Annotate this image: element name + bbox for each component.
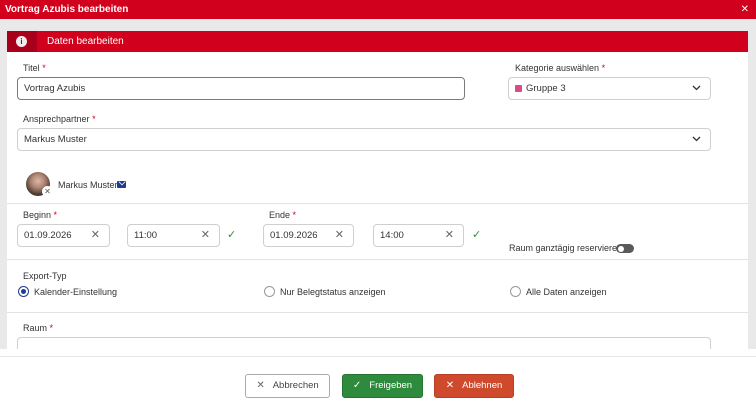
category-label-text: Kategorie auswählen [515, 63, 600, 73]
divider [7, 203, 748, 204]
check-icon: ✓ [352, 380, 362, 391]
divider [7, 312, 748, 313]
room-label-text: Raum [23, 323, 48, 333]
contact-value: Markus Muster [24, 134, 87, 145]
radio-busy-only[interactable] [264, 286, 275, 297]
title-label: Titel * [23, 63, 46, 73]
clear-icon[interactable]: ✕ [335, 225, 344, 246]
end-date-value: 01.09.2026 [270, 230, 318, 241]
title-value: Vortrag Azubis [24, 83, 86, 94]
close-icon: ✕ [256, 380, 265, 391]
reject-label: Ablehnen [462, 380, 503, 391]
allday-toggle[interactable] [616, 244, 634, 253]
required-mark: * [601, 63, 606, 73]
end-time-input[interactable]: 14:00 ✕ [373, 224, 464, 247]
end-label-text: Ende [269, 210, 291, 220]
required-mark: * [42, 63, 46, 73]
panel-title: Daten bearbeiten [47, 36, 124, 47]
required-mark: * [53, 210, 58, 220]
required-mark: * [92, 114, 96, 124]
cancel-button[interactable]: ✕ Abbrechen [245, 374, 330, 398]
title-label-text: Titel [23, 63, 40, 73]
close-icon: ✕ [445, 380, 455, 391]
radio-label: Alle Daten anzeigen [526, 287, 607, 297]
mail-icon[interactable] [117, 181, 126, 188]
check-icon: ✓ [227, 229, 237, 241]
begin-date-value: 01.09.2026 [24, 230, 72, 241]
end-date-input[interactable]: 01.09.2026 ✕ [263, 224, 354, 247]
begin-label: Beginn * [23, 210, 57, 220]
allday-label: Raum ganztägig reservieren [509, 243, 623, 253]
begin-date-input[interactable]: 01.09.2026 ✕ [17, 224, 110, 247]
panel-header: i Daten bearbeiten [7, 31, 748, 52]
category-label: Kategorie auswählen * [515, 63, 605, 73]
required-mark: * [49, 323, 54, 333]
edit-panel: i Daten bearbeiten Titel * Vortrag Azubi… [7, 31, 748, 349]
remove-contact-icon[interactable]: ✕ [42, 186, 53, 197]
info-box: i [7, 31, 37, 52]
chevron-down-icon[interactable] [692, 129, 702, 150]
title-input[interactable]: Vortrag Azubis [17, 77, 465, 100]
radio-all-data[interactable] [510, 286, 521, 297]
category-color-chip [515, 84, 522, 92]
radio-label: Nur Belegtstatus anzeigen [280, 287, 386, 297]
end-label: Ende * [269, 210, 296, 220]
dialog-body: i Daten bearbeiten Titel * Vortrag Azubi… [0, 19, 756, 349]
export-label: Export-Typ [23, 271, 67, 281]
category-select[interactable]: Gruppe 3 [508, 77, 711, 100]
info-icon: i [16, 36, 27, 47]
begin-time-input[interactable]: 11:00 ✕ [127, 224, 220, 247]
begin-label-text: Beginn [23, 210, 52, 220]
required-mark: * [292, 210, 297, 220]
chevron-down-icon[interactable] [692, 78, 702, 99]
begin-time-value: 11:00 [134, 230, 158, 241]
radio-calendar-setting[interactable] [18, 286, 29, 297]
selected-contact-name: Markus Muster [58, 180, 118, 190]
contact-label: Ansprechpartner * [23, 114, 96, 124]
approve-button[interactable]: ✓ Freigeben [342, 374, 423, 398]
category-value: Gruppe 3 [526, 83, 566, 94]
contact-select[interactable]: Markus Muster [17, 128, 711, 151]
approve-label: Freigeben [369, 380, 413, 391]
window-titlebar: Vortrag Azubis bearbeiten ✕ [0, 0, 756, 19]
reject-button[interactable]: ✕ Ablehnen [434, 374, 514, 398]
clear-icon[interactable]: ✕ [201, 225, 210, 246]
close-icon[interactable]: ✕ [741, 0, 749, 19]
radio-label: Kalender-Einstellung [34, 287, 118, 297]
contact-label-text: Ansprechpartner [23, 114, 90, 124]
check-icon: ✓ [472, 229, 482, 241]
cancel-label: Abbrechen [272, 380, 319, 391]
clear-icon[interactable]: ✕ [445, 225, 454, 246]
clear-icon[interactable]: ✕ [91, 225, 100, 246]
room-select[interactable] [17, 337, 711, 349]
footer-divider [0, 356, 756, 357]
window-title: Vortrag Azubis bearbeiten [5, 4, 129, 15]
end-time-value: 14:00 [380, 230, 404, 241]
divider [7, 259, 748, 260]
room-label: Raum * [23, 323, 53, 333]
